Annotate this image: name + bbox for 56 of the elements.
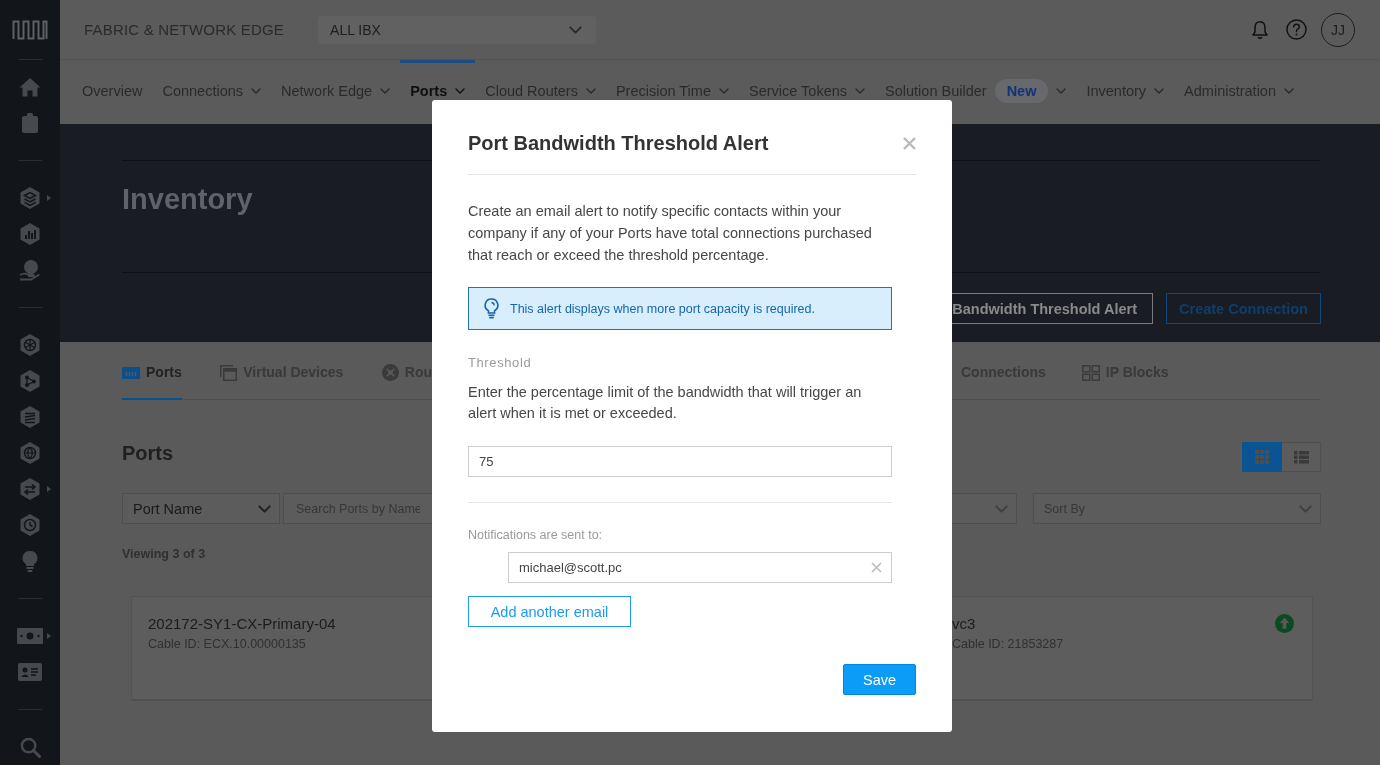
info-text: This alert displays when more port capacity is required. [510, 301, 815, 316]
globe-icon[interactable] [19, 441, 41, 465]
email-input[interactable]: michael@scott.pc [508, 552, 892, 583]
filter-select[interactable]: Port Name [122, 493, 280, 524]
bell-icon[interactable] [1251, 19, 1269, 40]
stack-icon[interactable] [19, 405, 41, 429]
id-card-icon[interactable] [18, 663, 42, 681]
description-text: Create an email alert to notify specific contacts within your company if any of your Ports have total connections purchased that reach or exceed the threshold percentage. [468, 202, 873, 265]
blocks-icon [1081, 364, 1100, 381]
field-label: Notifications are sent to: [468, 527, 603, 543]
router-icon [381, 364, 399, 381]
lightbulb-icon[interactable] [22, 550, 38, 572]
save-button[interactable]: Save [843, 664, 916, 695]
chevron-down-icon [1299, 504, 1312, 513]
location-select[interactable]: ALL IBX [318, 15, 597, 44]
new-badge: New [994, 79, 1049, 103]
view-toggle-button[interactable] [1242, 442, 1282, 472]
bar-chart-icon[interactable] [19, 222, 41, 246]
close-button[interactable] [901, 135, 917, 151]
chevron-down-icon [258, 504, 271, 513]
home-icon[interactable] [19, 77, 41, 97]
add-email-button[interactable]: Add another email [468, 596, 631, 627]
lightbulb-icon [484, 298, 499, 319]
search-icon[interactable] [19, 736, 41, 758]
grid-icon [1255, 450, 1269, 464]
view-toggle-button[interactable] [1282, 442, 1321, 472]
page-title: Inventory [122, 182, 253, 216]
filter-select[interactable] [952, 493, 1017, 524]
help-icon[interactable] [1286, 19, 1307, 40]
ethernet-port-icon [122, 366, 140, 379]
logo-icon[interactable] [12, 19, 48, 40]
chevron-down-icon [995, 504, 1008, 513]
exchange-arrows-icon[interactable] [19, 477, 41, 501]
modal-title: Port Bandwidth Threshold Alert [468, 131, 769, 156]
create-button[interactable]: Create Connection [1166, 293, 1321, 324]
layers-icon[interactable] [19, 186, 41, 210]
nodes-icon[interactable] [19, 369, 41, 393]
windows-icon [220, 364, 238, 381]
globe-hand-icon[interactable] [19, 259, 41, 281]
threshold-input[interactable]: 75 [468, 446, 892, 477]
close-icon [871, 562, 882, 573]
network-icon[interactable] [19, 333, 41, 357]
list-icon [1293, 450, 1309, 464]
clipboard-icon[interactable] [22, 113, 38, 133]
port-name: vc3 [952, 614, 976, 634]
close-icon [902, 136, 916, 150]
tab[interactable]: Ports [122, 355, 182, 400]
clear-button[interactable] [871, 562, 882, 573]
port-name: 202172-SY1-CX-Primary-04 [148, 614, 336, 634]
field-label: Threshold [468, 355, 532, 371]
alert-button[interactable]: Bandwidth Threshold Alert [952, 293, 1153, 324]
banknote-icon[interactable] [17, 628, 43, 644]
chevron-down-icon [569, 25, 583, 34]
section-title: Ports [122, 442, 174, 464]
help-text: Enter the percentage limit of the bandwidth that will trigger an alert when it is met or exceeded. [468, 383, 863, 423]
clock-icon[interactable] [19, 513, 41, 537]
